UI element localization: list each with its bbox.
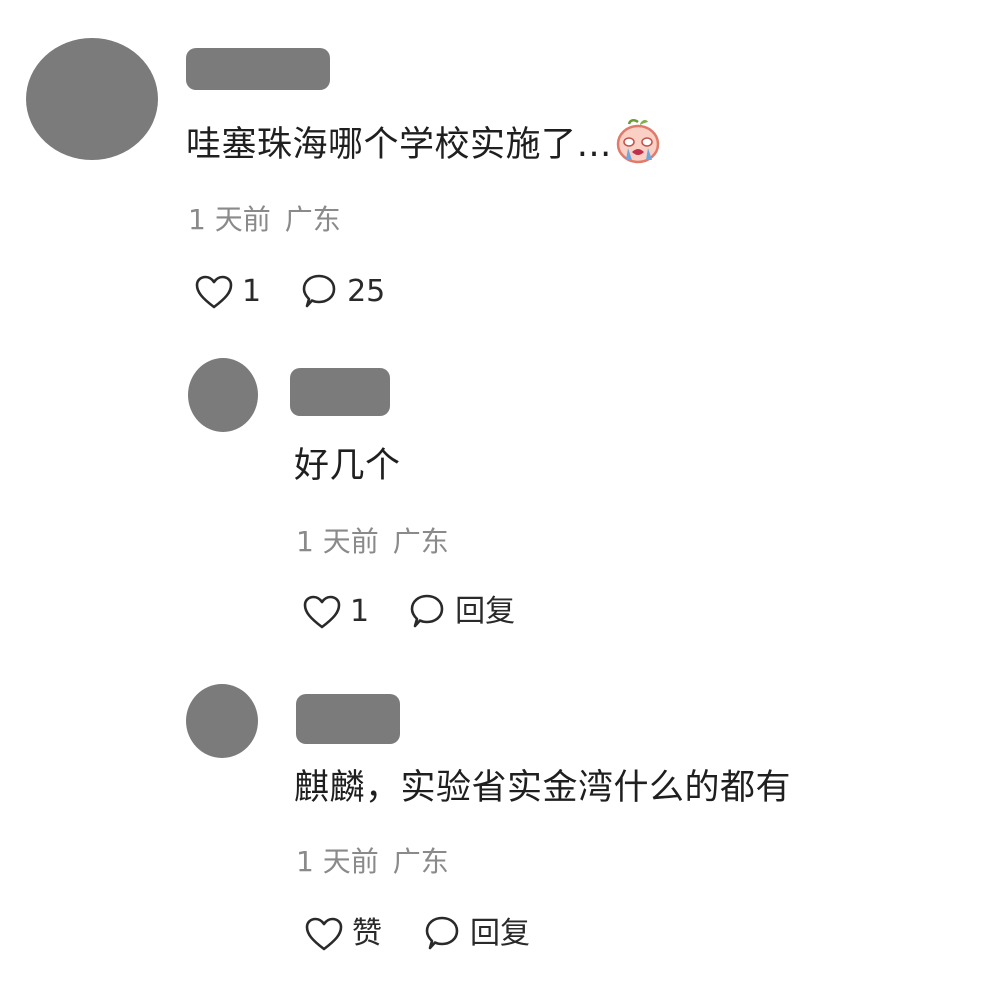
heart-outline-icon <box>304 916 344 952</box>
comment-location: 广东 <box>392 845 449 878</box>
comment-actions: 1 25 <box>194 272 385 312</box>
speech-bubble-icon <box>299 272 339 312</box>
comment-text: 麒麟，实验省实金湾什么的都有 <box>294 766 791 810</box>
comment-meta: 1 天前 广东 <box>296 524 449 560</box>
like-button[interactable]: 1 <box>302 592 369 632</box>
speech-bubble-icon <box>407 592 447 632</box>
avatar[interactable] <box>186 684 258 758</box>
username-redacted[interactable] <box>290 368 390 416</box>
reply-button[interactable]: 回复 <box>407 592 515 632</box>
comment-text-body: 麒麟，实验省实金湾什么的都有 <box>294 768 792 808</box>
comment-meta: 1 天前 广东 <box>296 844 449 880</box>
like-button[interactable]: 赞 <box>304 914 382 954</box>
reply-label: 回复 <box>455 594 516 629</box>
reply-count: 25 <box>347 274 386 309</box>
comment-text-body: 哇塞珠海哪个学校实施了… <box>186 125 613 165</box>
comment-time: 1 天前 <box>296 845 379 878</box>
heart-outline-icon <box>302 594 342 630</box>
comment-actions: 赞 回复 <box>304 914 530 954</box>
crying-emoji-icon <box>614 118 662 175</box>
comment-location: 广东 <box>392 525 449 558</box>
comment-thread: 哇塞珠海哪个学校实施了… 1 天前 广东 1 25 好几个 1 天前 广东 1 … <box>0 0 982 994</box>
comment-text: 好几个 <box>294 444 401 488</box>
avatar[interactable] <box>26 38 158 160</box>
comment-time: 1 天前 <box>296 525 379 558</box>
heart-outline-icon <box>194 274 234 310</box>
like-button[interactable]: 1 <box>194 272 261 312</box>
like-label: 赞 <box>352 916 382 951</box>
username-redacted[interactable] <box>186 48 330 90</box>
comment-text-body: 好几个 <box>294 446 401 486</box>
like-count: 1 <box>350 594 370 629</box>
comment-text: 哇塞珠海哪个学校实施了… <box>186 118 662 175</box>
reply-label: 回复 <box>470 916 530 951</box>
comment-time: 1 天前 <box>188 203 271 236</box>
speech-bubble-icon <box>422 914 462 954</box>
comment-location: 广东 <box>284 203 341 236</box>
avatar[interactable] <box>188 358 258 432</box>
comment-meta: 1 天前 广东 <box>188 202 341 238</box>
username-redacted[interactable] <box>296 694 400 744</box>
comment-actions: 1 回复 <box>302 592 515 632</box>
like-count: 1 <box>242 274 262 309</box>
reply-button[interactable]: 回复 <box>422 914 530 954</box>
reply-button[interactable]: 25 <box>299 272 385 312</box>
